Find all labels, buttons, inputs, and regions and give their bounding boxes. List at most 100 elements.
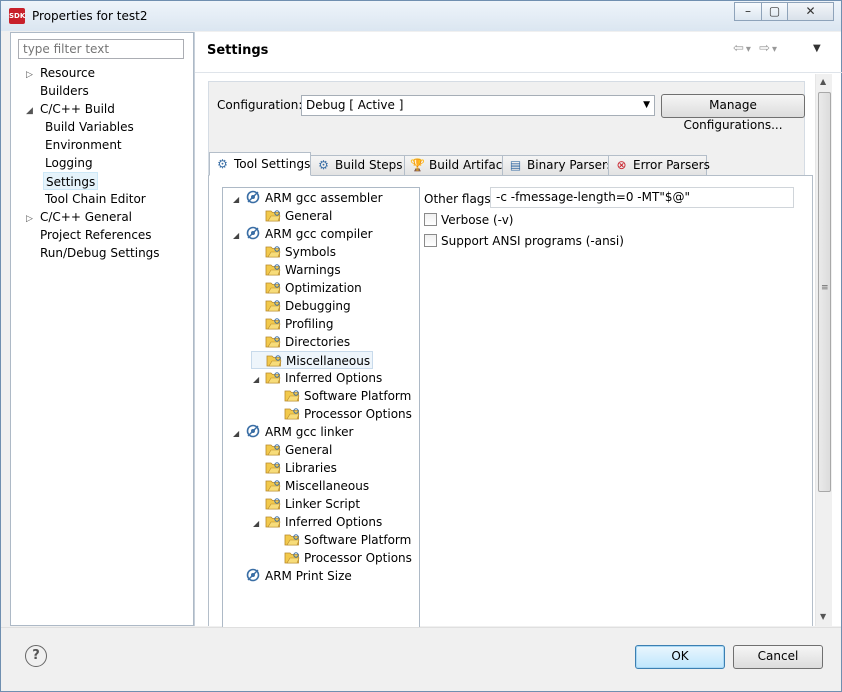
collapse-toggle-icon[interactable]: ◢ bbox=[233, 191, 245, 209]
tab-error-parsers[interactable]: ⊗ Error Parsers bbox=[608, 155, 710, 176]
nav-item-label: Tool Chain Editor bbox=[45, 192, 146, 206]
collapse-toggle-icon[interactable]: ◢ bbox=[253, 371, 265, 389]
configuration-select[interactable]: Debug [ Active ] ▼ bbox=[301, 95, 655, 116]
tool-icon bbox=[245, 225, 261, 241]
tree-item-optimization[interactable]: Optimization bbox=[253, 279, 362, 297]
nav-item-build-variables[interactable]: Build Variables bbox=[45, 118, 134, 136]
maximize-button[interactable]: ▢ bbox=[761, 2, 788, 21]
back-arrow-icon[interactable]: ⇦ bbox=[733, 41, 746, 56]
folder-icon bbox=[265, 315, 281, 331]
tool-icon bbox=[245, 567, 261, 583]
tree-item-software-platform[interactable]: Software Platform bbox=[272, 531, 411, 549]
verbose-label: Verbose (-v) bbox=[441, 213, 514, 227]
tab-build-steps[interactable]: ⚙ Build Steps bbox=[310, 155, 405, 176]
ansi-checkbox[interactable] bbox=[424, 234, 437, 247]
nav-item-environment[interactable]: Environment bbox=[45, 136, 122, 154]
folder-icon bbox=[284, 531, 300, 547]
nav-item-c-c-general[interactable]: ▷ C/C++ General bbox=[26, 208, 132, 226]
scroll-down-icon[interactable]: ▼ bbox=[820, 612, 826, 621]
cancel-button[interactable]: Cancel bbox=[733, 645, 823, 669]
folder-icon bbox=[265, 513, 281, 529]
tree-item-directories[interactable]: Directories bbox=[253, 333, 350, 351]
vertical-scrollbar[interactable]: ▲ ≡ ▼ bbox=[815, 74, 832, 626]
nav-item-label: Settings bbox=[46, 175, 96, 189]
tree-item-symbols[interactable]: Symbols bbox=[253, 243, 336, 261]
tree-item-label: Processor Options bbox=[304, 551, 412, 565]
back-dropdown-icon[interactable]: ▾ bbox=[746, 44, 753, 55]
tree-item-inferred-options[interactable]: ◢ Inferred Options bbox=[253, 513, 382, 531]
property-pages-tree: ▷ResourceBuilders◢C/C++ BuildBuild Varia… bbox=[10, 32, 194, 626]
other-flags-input[interactable]: -c -fmessage-length=0 -MT"$@" bbox=[490, 187, 794, 208]
forward-arrow-icon[interactable]: ⇨ bbox=[759, 41, 772, 56]
nav-item-c-c-build[interactable]: ◢ C/C++ Build bbox=[26, 100, 115, 118]
configuration-value: Debug [ Active ] bbox=[306, 98, 404, 112]
tree-item-libraries[interactable]: Libraries bbox=[253, 459, 337, 477]
ok-button[interactable]: OK bbox=[635, 645, 725, 669]
collapse-toggle-icon[interactable]: ◢ bbox=[253, 515, 265, 533]
collapse-toggle-icon[interactable]: ◢ bbox=[233, 425, 245, 443]
settings-page: Settings ⇦▾ ⇨▾ ▼ Configuration: Debug [ … bbox=[194, 32, 842, 627]
expand-toggle-icon[interactable]: ◢ bbox=[26, 102, 40, 120]
ansi-checkbox-row[interactable]: Support ANSI programs (-ansi) bbox=[424, 234, 624, 248]
tree-item-label: Directories bbox=[285, 335, 351, 349]
tab-tool-settings[interactable]: ⚙ Tool Settings bbox=[209, 152, 311, 176]
tree-item-processor-options[interactable]: Processor Options bbox=[272, 405, 412, 423]
tree-item-label: General bbox=[285, 209, 333, 223]
tree-item-processor-options[interactable]: Processor Options bbox=[272, 549, 412, 567]
tree-item-label: Warnings bbox=[285, 263, 341, 277]
forward-dropdown-icon[interactable]: ▾ bbox=[772, 44, 779, 55]
folder-icon bbox=[265, 297, 281, 313]
verbose-checkbox[interactable] bbox=[424, 213, 437, 226]
tree-item-miscellaneous[interactable]: Miscellaneous bbox=[251, 351, 374, 369]
tree-item-software-platform[interactable]: Software Platform bbox=[272, 387, 411, 405]
tab-label: Build Artifact bbox=[429, 158, 507, 172]
tab-build-artifact[interactable]: 🏆 Build Artifact bbox=[404, 155, 507, 176]
tree-item-label: Optimization bbox=[285, 281, 362, 295]
nav-item-builders[interactable]: Builders bbox=[26, 82, 89, 100]
minimize-button[interactable]: – bbox=[734, 2, 762, 21]
nav-item-label: Resource bbox=[40, 66, 96, 80]
nav-item-project-references[interactable]: Project References bbox=[26, 226, 152, 244]
tree-item-label: Profiling bbox=[285, 317, 334, 331]
nav-item-resource[interactable]: ▷ Resource bbox=[26, 64, 95, 82]
scroll-thumb[interactable]: ≡ bbox=[818, 92, 831, 492]
build-steps-icon: ⚙ bbox=[318, 158, 329, 172]
folder-icon bbox=[265, 495, 281, 511]
tree-item-general[interactable]: General bbox=[253, 207, 332, 225]
nav-item-label: Run/Debug Settings bbox=[40, 246, 160, 260]
manage-configurations-button[interactable]: Manage Configurations... bbox=[661, 94, 805, 132]
folder-icon bbox=[265, 477, 281, 493]
tree-item-label: Inferred Options bbox=[285, 371, 383, 385]
properties-dialog: SDK Properties for test2 – ▢ ✕ ▷Resource… bbox=[0, 0, 842, 692]
tree-item-profiling[interactable]: Profiling bbox=[253, 315, 334, 333]
tree-item-debugging[interactable]: Debugging bbox=[253, 297, 351, 315]
tree-item-warnings[interactable]: Warnings bbox=[253, 261, 341, 279]
help-icon[interactable]: ? bbox=[25, 645, 47, 667]
folder-icon bbox=[265, 261, 281, 277]
tab-binary-parsers[interactable]: ▤ Binary Parsers bbox=[502, 155, 613, 176]
tree-item-miscellaneous[interactable]: Miscellaneous bbox=[253, 477, 369, 495]
tree-item-label: Miscellaneous bbox=[286, 354, 371, 368]
tree-item-arm-gcc-assembler[interactable]: ◢ ARM gcc assembler bbox=[233, 189, 383, 207]
view-menu-icon[interactable]: ▼ bbox=[813, 43, 821, 54]
nav-item-label: C/C++ Build bbox=[40, 102, 115, 116]
close-button[interactable]: ✕ bbox=[787, 2, 834, 21]
tree-item-arm-print-size[interactable]: ARM Print Size bbox=[233, 567, 352, 585]
tab-label: Tool Settings bbox=[234, 157, 311, 171]
filter-input[interactable] bbox=[18, 39, 184, 59]
nav-item-logging[interactable]: Logging bbox=[45, 154, 93, 172]
tree-item-inferred-options[interactable]: ◢ Inferred Options bbox=[253, 369, 382, 387]
tree-item-label: Miscellaneous bbox=[285, 479, 370, 493]
nav-item-run-debug-settings[interactable]: Run/Debug Settings bbox=[26, 244, 160, 262]
tree-item-general[interactable]: General bbox=[253, 441, 332, 459]
tool-icon bbox=[245, 423, 261, 439]
nav-item-tool-chain-editor[interactable]: Tool Chain Editor bbox=[45, 190, 146, 208]
collapse-toggle-icon[interactable]: ◢ bbox=[233, 227, 245, 245]
tree-item-linker-script[interactable]: Linker Script bbox=[253, 495, 360, 513]
verbose-checkbox-row[interactable]: Verbose (-v) bbox=[424, 213, 513, 227]
tree-item-arm-gcc-compiler[interactable]: ◢ ARM gcc compiler bbox=[233, 225, 373, 243]
tool-icon bbox=[245, 189, 261, 205]
nav-item-settings[interactable]: Settings bbox=[43, 172, 99, 190]
scroll-up-icon[interactable]: ▲ bbox=[820, 77, 826, 86]
tree-item-arm-gcc-linker[interactable]: ◢ ARM gcc linker bbox=[233, 423, 353, 441]
